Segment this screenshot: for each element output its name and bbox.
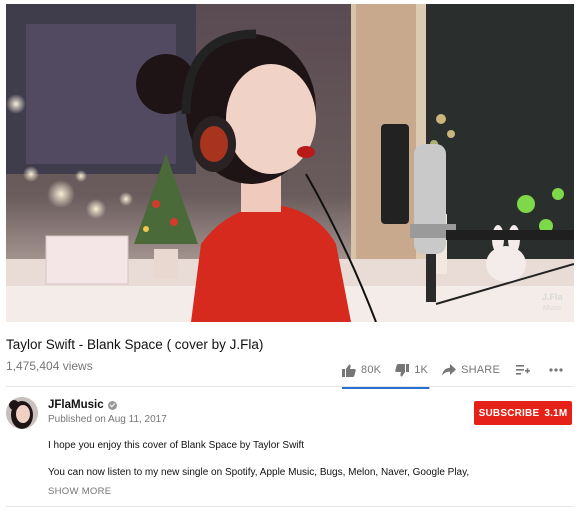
video-player[interactable]: J.Fla Music: [6, 4, 574, 322]
share-arrow-icon: [442, 364, 457, 376]
dislike-count: 1K: [414, 364, 429, 376]
channel-name[interactable]: JFlaMusic: [48, 399, 104, 411]
description-line-2: You can now listen to my new single on S…: [48, 467, 470, 478]
share-label: SHARE: [461, 364, 500, 376]
publish-date: Published on Aug 11, 2017: [48, 414, 167, 425]
like-button[interactable]: 80K: [342, 364, 381, 377]
add-to-playlist-icon: [516, 364, 530, 375]
channel-avatar[interactable]: [6, 397, 38, 429]
action-bar: 80K 1K SHARE: [342, 359, 568, 389]
share-button[interactable]: SHARE: [442, 364, 500, 376]
view-count: 1,475,404 views: [6, 359, 93, 373]
verified-check-icon: [107, 400, 117, 410]
divider-bottom: [6, 506, 574, 507]
video-title: Taylor Swift - Blank Space ( cover by J.…: [6, 337, 264, 352]
dislike-button[interactable]: 1K: [395, 363, 429, 377]
subscribe-button[interactable]: SUBSCRIBE 3.1M: [474, 401, 572, 425]
thumbs-down-icon: [395, 363, 410, 376]
watermark-line1: J.Fla: [542, 292, 564, 302]
subscriber-count: 3.1M: [544, 407, 568, 419]
subscribe-label: SUBSCRIBE: [478, 407, 540, 419]
add-to-playlist-button[interactable]: [516, 364, 535, 376]
more-dots-icon: [549, 368, 563, 372]
like-count: 80K: [361, 364, 382, 376]
like-dislike-group: 80K 1K: [342, 363, 431, 389]
more-actions-button[interactable]: [549, 368, 568, 372]
show-more-button[interactable]: SHOW MORE: [48, 486, 111, 497]
watermark-line2: Music: [543, 305, 562, 312]
avatar-image: [6, 397, 38, 429]
description-line-1: I hope you enjoy this cover of Blank Spa…: [48, 440, 305, 451]
divider-top: [6, 386, 574, 387]
channel-name-row[interactable]: JFlaMusic: [48, 399, 117, 411]
thumbs-up-icon: [342, 364, 356, 377]
video-frame: J.Fla Music: [6, 4, 574, 322]
